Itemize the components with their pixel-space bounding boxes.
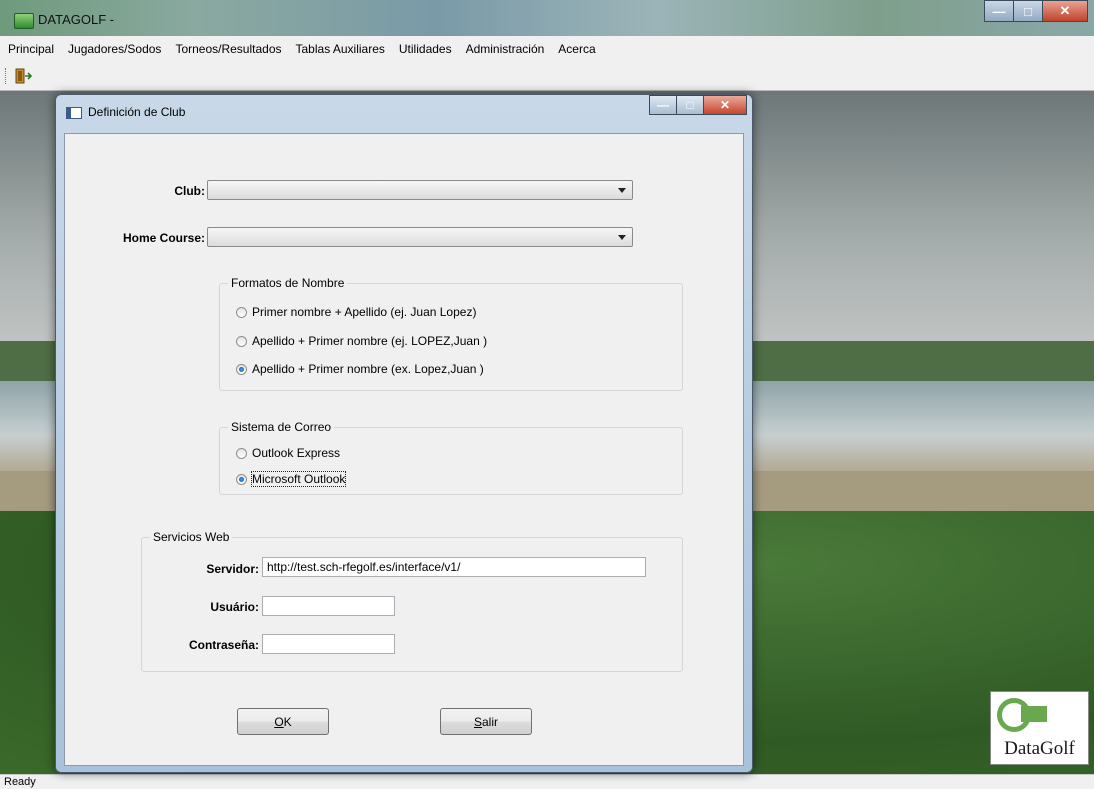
name-format-option-1[interactable]: Primer nombre + Apellido (ej. Juan Lopez… bbox=[236, 305, 476, 319]
ok-button[interactable]: OK bbox=[237, 708, 329, 735]
menu-tablas-auxiliares[interactable]: Tablas Auxiliares bbox=[296, 42, 385, 56]
radio-checked-icon[interactable] bbox=[236, 473, 247, 485]
password-field[interactable] bbox=[262, 634, 395, 654]
mail-option-microsoft-outlook-label: Microsoft Outlook bbox=[250, 471, 347, 487]
user-label: Usuário: bbox=[210, 600, 259, 614]
user-field[interactable] bbox=[262, 596, 395, 616]
server-field[interactable]: http://test.sch-rfegolf.es/interface/v1/ bbox=[262, 557, 646, 577]
menu-bar: Principal Jugadores/Sodos Torneos/Result… bbox=[0, 36, 1094, 61]
home-course-label: Home Course: bbox=[122, 231, 205, 245]
menu-torneos[interactable]: Torneos/Resultados bbox=[175, 42, 281, 56]
radio-icon[interactable] bbox=[236, 306, 247, 318]
app-title: DATAGOLF - bbox=[38, 12, 115, 27]
menu-principal[interactable]: Principal bbox=[8, 42, 54, 56]
club-select[interactable] bbox=[207, 180, 633, 200]
menu-utilidades[interactable]: Utilidades bbox=[399, 42, 452, 56]
home-course-select[interactable] bbox=[207, 227, 633, 247]
maximize-icon: □ bbox=[1024, 3, 1032, 19]
exit-door-icon[interactable] bbox=[14, 68, 32, 84]
exit-button[interactable]: Salir bbox=[440, 708, 532, 735]
main-window-controls: — □ ✕ bbox=[984, 0, 1088, 22]
radio-icon[interactable] bbox=[236, 447, 247, 459]
radio-checked-icon[interactable] bbox=[236, 363, 247, 375]
close-button[interactable]: ✕ bbox=[1042, 0, 1088, 22]
name-format-option-2-label: Apellido + Primer nombre (ej. LOPEZ,Juan… bbox=[252, 334, 488, 348]
menu-administracion[interactable]: Administración bbox=[466, 42, 545, 56]
exit-button-hotkey: S bbox=[473, 714, 482, 729]
toolbar bbox=[0, 61, 1094, 91]
chevron-down-icon bbox=[618, 188, 626, 193]
minimize-icon: — bbox=[992, 3, 1006, 19]
exit-button-label: alir bbox=[482, 714, 499, 729]
mail-option-outlook-express-label: Outlook Express bbox=[252, 446, 341, 460]
maximize-icon: □ bbox=[686, 98, 694, 112]
name-format-option-3[interactable]: Apellido + Primer nombre (ex. Lopez,Juan… bbox=[236, 362, 484, 376]
chevron-down-icon bbox=[618, 235, 626, 240]
dialog-close-button[interactable]: ✕ bbox=[703, 95, 747, 115]
logo-bar bbox=[1021, 706, 1047, 722]
dialog-window-controls: — □ ✕ bbox=[649, 95, 747, 115]
toolbar-grip[interactable] bbox=[5, 68, 8, 84]
password-label: Contraseña: bbox=[188, 638, 259, 652]
web-services-title: Servicios Web bbox=[150, 530, 233, 544]
mail-system-title: Sistema de Correo bbox=[228, 420, 335, 434]
club-label: Club: bbox=[174, 184, 205, 198]
dialog-window-icon bbox=[66, 107, 82, 119]
name-format-title: Formatos de Nombre bbox=[228, 276, 348, 290]
dialog-client-area: Club: Home Course: Formatos de Nombre Pr… bbox=[64, 133, 744, 766]
name-format-option-3-label: Apellido + Primer nombre (ex. Lopez,Juan… bbox=[252, 362, 484, 376]
minimize-icon: — bbox=[657, 98, 669, 112]
maximize-button[interactable]: □ bbox=[1013, 0, 1043, 22]
menu-acerca[interactable]: Acerca bbox=[558, 42, 595, 56]
menu-jugadores[interactable]: Jugadores/Sodos bbox=[68, 42, 161, 56]
logo-text: DataGolf bbox=[1004, 738, 1075, 759]
mail-option-microsoft-outlook[interactable]: Microsoft Outlook bbox=[236, 471, 347, 487]
status-text: Ready bbox=[4, 776, 36, 788]
name-format-group: Formatos de Nombre Primer nombre + Apell… bbox=[219, 276, 683, 391]
mail-system-group: Sistema de Correo Outlook Express Micros… bbox=[219, 420, 683, 495]
mail-option-outlook-express[interactable]: Outlook Express bbox=[236, 446, 340, 460]
ok-button-label: K bbox=[283, 714, 292, 729]
server-label: Servidor: bbox=[206, 562, 259, 576]
close-icon: ✕ bbox=[1059, 3, 1071, 18]
club-definition-dialog: Definición de Club — □ ✕ Club: Home Cour… bbox=[55, 94, 753, 773]
close-icon: ✕ bbox=[719, 98, 731, 112]
name-format-option-2[interactable]: Apellido + Primer nombre (ej. LOPEZ,Juan… bbox=[236, 334, 487, 348]
name-format-option-1-label: Primer nombre + Apellido (ej. Juan Lopez… bbox=[252, 305, 477, 319]
minimize-button[interactable]: — bbox=[984, 0, 1014, 22]
main-title-bar: DATAGOLF - — □ ✕ bbox=[0, 0, 1094, 36]
dialog-title: Definición de Club bbox=[88, 105, 186, 119]
datagolf-logo: DataGolf bbox=[990, 691, 1089, 765]
dialog-maximize-button[interactable]: □ bbox=[676, 95, 704, 115]
app-icon bbox=[14, 13, 34, 29]
radio-icon[interactable] bbox=[236, 335, 247, 347]
dialog-minimize-button[interactable]: — bbox=[649, 95, 677, 115]
status-bar: Ready bbox=[0, 774, 1094, 789]
ok-button-hotkey: O bbox=[274, 714, 284, 729]
